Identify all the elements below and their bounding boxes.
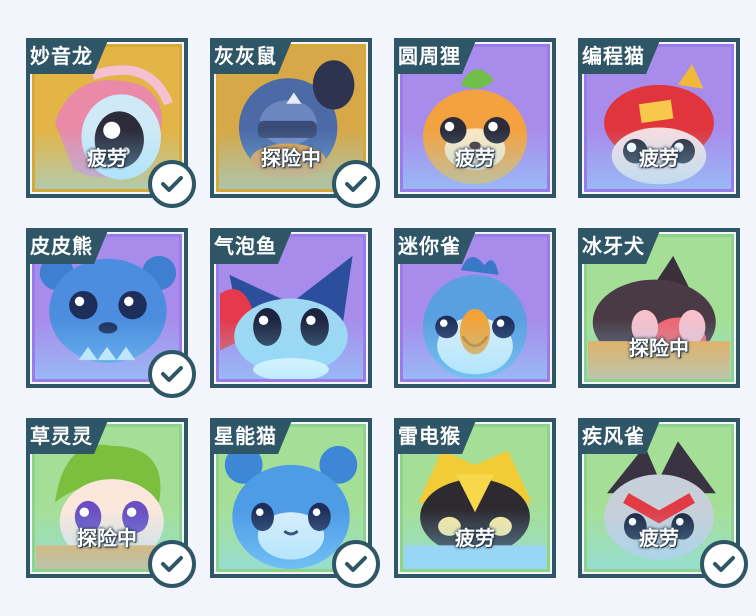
status-label: 探险中 [629,336,689,360]
status-label: 疲劳 [639,146,679,170]
monster-card-9[interactable]: 探险中 草灵灵 [26,418,196,588]
monster-card-4[interactable]: 疲劳 编程猫 [578,38,740,198]
monster-card-8[interactable]: 探险中 冰牙犬 [578,228,740,388]
monster-grid: 疲劳 妙音龙 探险中 灰灰鼠 疲劳 圆周狸 疲劳 编程猫 皮皮熊 气泡鱼 迷你雀… [0,0,756,616]
monster-card-5[interactable]: 皮皮熊 [26,228,196,398]
monster-card-11[interactable]: 疲劳 雷电猴 [394,418,556,578]
check-icon[interactable] [700,540,748,588]
monster-card-6[interactable]: 气泡鱼 [210,228,372,388]
check-icon[interactable] [332,160,380,208]
monster-card-12[interactable]: 疲劳 疾风雀 [578,418,748,588]
monster-card-2[interactable]: 探险中 灰灰鼠 [210,38,380,208]
monster-card-1[interactable]: 疲劳 妙音龙 [26,38,196,208]
monster-card-3[interactable]: 疲劳 圆周狸 [394,38,556,198]
check-icon[interactable] [148,350,196,398]
monster-card-10[interactable]: 星能猫 [210,418,380,588]
status-label: 疲劳 [455,146,495,170]
check-icon[interactable] [332,540,380,588]
check-icon[interactable] [148,540,196,588]
status-label: 疲劳 [455,526,495,550]
check-icon[interactable] [148,160,196,208]
monster-card-7[interactable]: 迷你雀 [394,228,556,388]
